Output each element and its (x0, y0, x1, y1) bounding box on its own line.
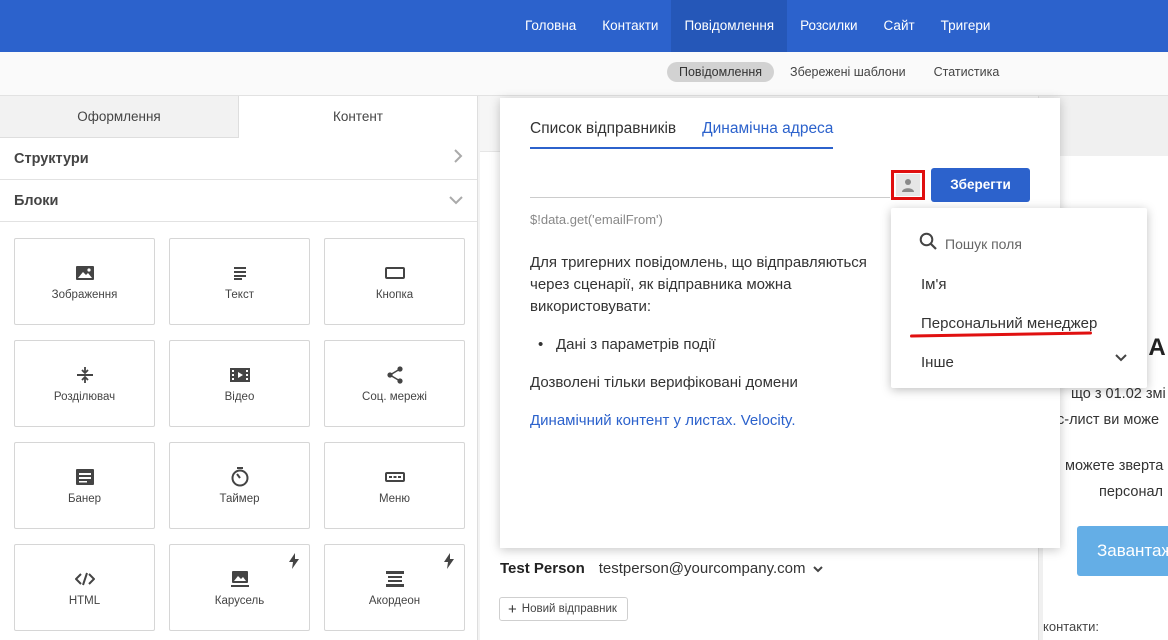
sender-name: Test Person (500, 560, 585, 577)
subnav-statistics[interactable]: Статистика (922, 62, 1012, 82)
block-label: Зображення (51, 288, 118, 301)
sub-navbar: Повідомлення Збережені шаблони Статистик… (0, 52, 1168, 96)
text-icon (230, 263, 250, 283)
block-label: Меню (378, 492, 411, 505)
nav-item-site[interactable]: Сайт (871, 0, 928, 52)
field-search (919, 232, 1125, 255)
sidebar-tabs: Оформлення Контент (0, 96, 477, 138)
dynamic-address-field[interactable] (530, 197, 890, 198)
popup-description: Для тригерних повідомлень, що відправляю… (530, 254, 867, 315)
bullet-text: Дані з параметрів події (556, 336, 716, 353)
preview-text-line: с-лист ви може (1057, 412, 1160, 428)
block-video[interactable]: Відео (169, 340, 310, 427)
subnav-messages[interactable]: Повідомлення (667, 62, 775, 82)
block-banner[interactable]: Банер (14, 442, 155, 529)
block-text[interactable]: Текст (169, 238, 310, 325)
blocks-label: Блоки (14, 192, 59, 209)
video-icon (229, 365, 250, 385)
sub-nav: Повідомлення Збережені шаблони Статистик… (667, 62, 1011, 82)
tab-content[interactable]: Контент (239, 96, 477, 138)
block-label: Кнопка (375, 288, 414, 301)
block-divider[interactable]: Розділювач (14, 340, 155, 427)
divider-icon (75, 365, 95, 385)
block-image[interactable]: Зображення (14, 238, 155, 325)
block-menu[interactable]: Меню (324, 442, 465, 529)
tab-dynamic-address[interactable]: Динамічна адреса (702, 120, 834, 149)
block-label: Банер (67, 492, 102, 505)
nav-item-triggers[interactable]: Тригери (928, 0, 1004, 52)
block-label: Відео (224, 390, 255, 403)
sender-email: testperson@yourcompany.com (598, 560, 806, 577)
preview-text-line: що з 01.02 змі (1071, 386, 1166, 402)
person-icon (896, 174, 920, 196)
top-navbar: Головна Контакти Повідомлення Розсилки С… (0, 0, 1168, 52)
block-label: Розділювач (53, 390, 116, 403)
field-dropdown: Ім'я Персональний менеджер Інше (891, 208, 1147, 388)
nav-item-contacts[interactable]: Контакти (589, 0, 671, 52)
code-icon (74, 569, 95, 589)
subnav-saved-templates[interactable]: Збережені шаблони (778, 62, 918, 82)
popup-allowed-domains: Дозволені тільки верифіковані домени (530, 374, 798, 391)
preview-download-button[interactable]: Завантаж (1077, 526, 1168, 576)
structures-section[interactable]: Структури (0, 138, 477, 180)
block-label: Текст (225, 288, 254, 301)
field-option-name[interactable]: Ім'я (921, 276, 946, 293)
editor-sidebar: Оформлення Контент Структури Блоки Зобра… (0, 96, 478, 640)
menu-icon (384, 467, 405, 487)
lightning-icon (289, 553, 299, 569)
block-label: Акордеон (368, 594, 421, 607)
chevron-right-icon (453, 149, 463, 168)
tab-sender-list[interactable]: Список відправників (530, 120, 703, 149)
block-html[interactable]: HTML (14, 544, 155, 631)
nav-item-campaigns[interactable]: Розсилки (787, 0, 870, 52)
field-search-input[interactable] (945, 235, 1125, 252)
banner-icon (75, 467, 95, 487)
share-icon (385, 365, 405, 385)
caret-down-icon[interactable] (813, 562, 824, 576)
plus-icon: + (508, 600, 517, 618)
new-sender-button[interactable]: + Новий відправник (499, 597, 628, 621)
chevron-down-icon (449, 192, 463, 210)
insert-field-button[interactable] (891, 170, 925, 200)
accordion-icon (385, 569, 405, 589)
block-label: Соц. мережі (362, 390, 427, 403)
block-label: Карусель (214, 594, 265, 607)
main-nav: Головна Контакти Повідомлення Розсилки С… (512, 0, 1003, 52)
preview-text-line: персонал (1099, 484, 1163, 500)
carousel-icon (230, 569, 250, 589)
velocity-docs-link[interactable]: Динамічний контент у листах. Velocity. (530, 412, 795, 429)
image-icon (75, 263, 95, 283)
field-option-personal-manager[interactable]: Персональний менеджер (921, 315, 1097, 332)
nav-item-messages[interactable]: Повідомлення (671, 0, 788, 52)
blocks-grid: Зображення Текст Кнопка Розділювач Відео… (14, 238, 465, 631)
tab-design[interactable]: Оформлення (0, 96, 239, 138)
preview-contacts-label: контакти: (1043, 619, 1099, 634)
block-carousel[interactable]: Карусель (169, 544, 310, 631)
preview-text-line: можете зверта (1065, 458, 1164, 474)
block-label: HTML (68, 594, 101, 607)
popup-tabs: Список відправників Динамічна адреса (530, 120, 834, 149)
block-social[interactable]: Соц. мережі (324, 340, 465, 427)
blocks-section[interactable]: Блоки (0, 180, 477, 222)
search-icon (919, 232, 937, 255)
save-button[interactable]: Зберегти (931, 168, 1030, 202)
dynamic-address-code: $!data.get('emailFrom') (530, 212, 663, 227)
block-timer[interactable]: Таймер (169, 442, 310, 529)
structures-label: Структури (14, 150, 89, 167)
button-icon (384, 263, 405, 283)
nav-item-home[interactable]: Головна (512, 0, 589, 52)
block-accordion[interactable]: Акордеон (324, 544, 465, 631)
popup-bullet: • Дані з параметрів події (538, 336, 716, 353)
field-option-other[interactable]: Інше (921, 354, 954, 371)
lightning-icon (444, 553, 454, 569)
new-sender-label: Новий відправник (521, 603, 617, 615)
block-label: Таймер (219, 492, 260, 505)
block-button[interactable]: Кнопка (324, 238, 465, 325)
timer-icon (230, 466, 250, 487)
sender-selector[interactable]: Test Person testperson@yourcompany.com (500, 560, 824, 577)
chevron-down-icon[interactable] (1115, 354, 1127, 362)
